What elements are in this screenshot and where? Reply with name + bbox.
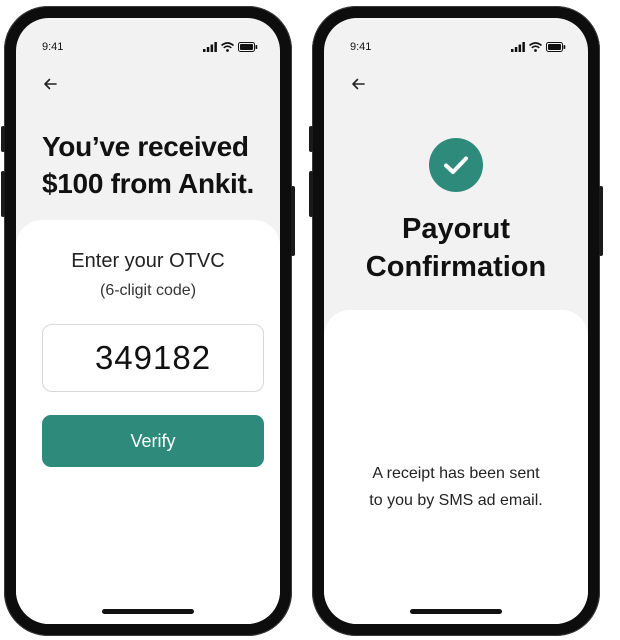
mute-switch bbox=[309, 126, 313, 152]
back-arrow-icon bbox=[44, 78, 57, 90]
stage: 9:41 You’ve received $100 from Ankit. En… bbox=[0, 0, 620, 640]
battery-icon bbox=[546, 42, 566, 52]
confirmation-title: Payorut Confirmation bbox=[324, 210, 588, 286]
otvc-title: Enter your OTVC bbox=[71, 250, 225, 272]
power-button bbox=[599, 186, 603, 256]
headline-line-2: $100 from Ankit. bbox=[42, 168, 255, 199]
confirmation-title-line-1: Payorut bbox=[402, 213, 510, 245]
back-arrow-icon bbox=[352, 78, 365, 90]
volume-up-button bbox=[309, 171, 313, 217]
receipt-message: A receipt has been sent to you by SMS ad… bbox=[324, 460, 588, 514]
status-time: 9:41 bbox=[350, 41, 372, 53]
otvc-subtitle: (6-cligit code) bbox=[99, 282, 197, 299]
screen: 9:41 bbox=[324, 18, 588, 624]
status-bar: 9:41 bbox=[350, 40, 566, 54]
received-headline: You’ve received $100 from Ankit. bbox=[42, 128, 270, 202]
signal-icon bbox=[511, 42, 525, 52]
signal-icon bbox=[203, 42, 217, 52]
otvc-card: Enter your OTVC (6-cligit code) 349182 V… bbox=[16, 220, 280, 624]
wifi-icon bbox=[221, 42, 234, 52]
screen: 9:41 bbox=[16, 18, 280, 624]
status-time: 9:41 bbox=[42, 41, 64, 53]
confirmation-title-line-2: Confirmation bbox=[365, 251, 547, 283]
receipt-line-2: to you by SMS ad email. bbox=[369, 492, 543, 509]
receipt-line-1: A receipt has been sent bbox=[372, 465, 540, 482]
receipt-card: A receipt has been sent to you by SMS ad… bbox=[324, 310, 588, 624]
otvc-code-input[interactable]: 349182 bbox=[42, 324, 264, 392]
status-bar: 9:41 bbox=[42, 40, 258, 54]
verify-button[interactable]: Verify bbox=[42, 415, 264, 467]
status-icons bbox=[511, 42, 566, 52]
checkmark-icon bbox=[444, 156, 468, 174]
home-indicator[interactable] bbox=[410, 609, 502, 614]
headline-line-1: You’ve received bbox=[42, 131, 249, 162]
success-badge bbox=[429, 138, 483, 192]
power-button bbox=[291, 186, 295, 256]
mute-switch bbox=[1, 126, 5, 152]
status-icons bbox=[203, 42, 258, 52]
back-button[interactable] bbox=[40, 76, 60, 92]
battery-icon bbox=[238, 42, 258, 52]
home-indicator[interactable] bbox=[102, 609, 194, 614]
back-button[interactable] bbox=[348, 76, 368, 92]
wifi-icon bbox=[529, 42, 542, 52]
phone-receive-otvc: 9:41 You’ve received $100 from Ankit. En… bbox=[1, 6, 295, 636]
volume-up-button bbox=[1, 171, 5, 217]
phone-payout-confirmation: 9:41 Payorut Confirmation A receipt has … bbox=[309, 6, 603, 636]
